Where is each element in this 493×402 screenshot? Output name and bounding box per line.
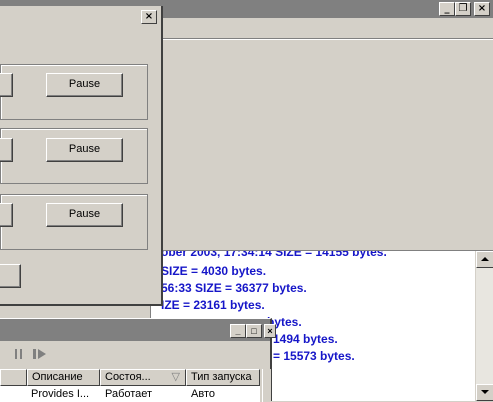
log-line: IZE = 23161 bytes.	[161, 298, 265, 312]
restart-icon[interactable]	[33, 349, 47, 359]
column-header-startup-type[interactable]: Тип запуска	[186, 369, 260, 386]
control-dialog: × Pause Pause Pause	[0, 6, 163, 306]
dialog-button[interactable]	[0, 264, 21, 288]
services-scrollbar[interactable]	[262, 369, 271, 402]
start-button[interactable]	[0, 73, 13, 97]
restore-button[interactable]: ❐	[455, 2, 471, 16]
cell-status: Работает	[105, 388, 153, 400]
pause-button[interactable]: Pause	[46, 203, 123, 227]
log-line: = 15573 bytes.	[273, 349, 355, 363]
services-window: _ □ × Описание Состоя... ▽ Тип запуска P…	[0, 318, 276, 402]
start-button[interactable]	[0, 203, 13, 227]
close-button[interactable]: ×	[474, 2, 490, 16]
cell-startup-type: Авто	[191, 388, 215, 400]
services-close-button[interactable]: ×	[264, 324, 276, 338]
services-titlebar: _ □ ×	[0, 319, 276, 341]
start-button[interactable]	[0, 138, 13, 162]
log-line: 1494 bytes.	[273, 332, 338, 346]
dialog-titlebar: ×	[0, 6, 161, 26]
pause-button[interactable]: Pause	[46, 138, 123, 162]
log-line: SIZE = 4030 bytes.	[161, 264, 267, 278]
sort-descending-icon: ▽	[171, 371, 180, 383]
services-minimize-button[interactable]: _	[230, 324, 246, 338]
services-toolbar	[0, 341, 270, 367]
channel-group-2: Pause	[0, 128, 148, 184]
column-header-name[interactable]	[0, 369, 27, 386]
log-scrollbar[interactable]	[475, 251, 493, 401]
log-line: 56:33 SIZE = 36377 bytes.	[161, 281, 307, 295]
dialog-close-button[interactable]: ×	[141, 10, 157, 24]
pause-button[interactable]: Pause	[46, 73, 123, 97]
column-header-status[interactable]: Состоя... ▽	[100, 369, 186, 386]
scroll-down-button[interactable]	[476, 384, 493, 401]
channel-group-1: Pause	[0, 64, 148, 120]
column-header-description[interactable]: Описание	[27, 369, 100, 386]
table-row[interactable]: Provides I... Работает Авто	[0, 386, 260, 402]
arrow-down-icon	[481, 390, 489, 394]
services-maximize-button[interactable]: □	[246, 324, 262, 338]
channel-group-3: Pause	[0, 194, 148, 250]
pause-icon[interactable]	[14, 349, 24, 359]
scroll-up-button[interactable]	[476, 251, 493, 268]
minimize-button[interactable]: _	[439, 2, 455, 16]
column-header-status-label: Состоя...	[105, 371, 151, 383]
arrow-up-icon	[481, 257, 489, 261]
cell-description: Provides I...	[31, 388, 90, 400]
services-column-header: Описание Состоя... ▽ Тип запуска	[0, 369, 260, 386]
log-line: ober 2003, 17:34:14 SIZE = 14155 bytes.	[161, 250, 387, 259]
